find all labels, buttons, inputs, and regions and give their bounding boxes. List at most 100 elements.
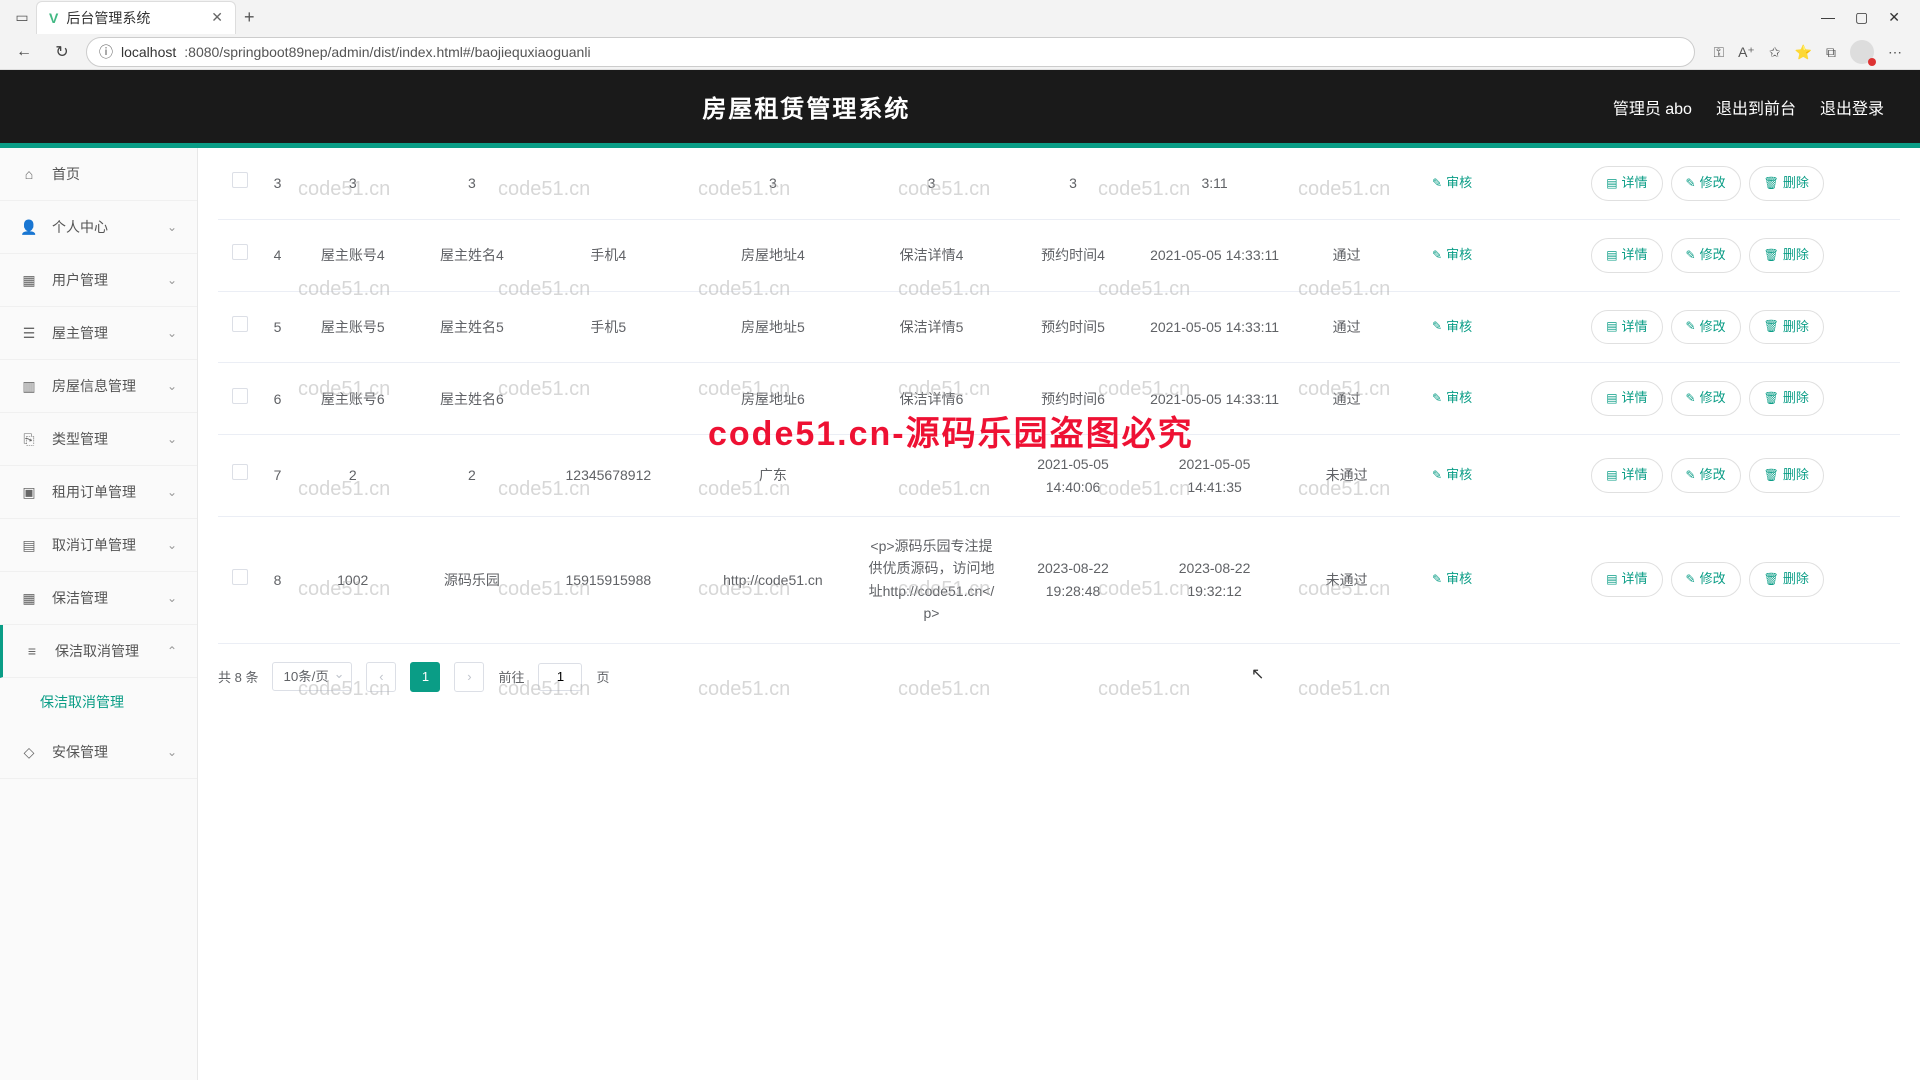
sidebar-item-rent-orders[interactable]: ▣ 租用订单管理 ⌄ [0, 466, 197, 519]
sidebar-item-owners[interactable]: ☰ 屋主管理 ⌄ [0, 307, 197, 360]
doc-icon: ▤ [1606, 389, 1617, 408]
sidebar-item-label: 个人中心 [52, 217, 108, 237]
new-tab-button[interactable]: + [244, 7, 255, 28]
sidebar-item-house-info[interactable]: ▥ 房屋信息管理 ⌄ [0, 360, 197, 413]
read-aloud-icon[interactable]: A⁺ [1738, 44, 1755, 61]
tab-list-icon[interactable]: ▭ [8, 3, 36, 31]
detail-button[interactable]: ▤详情 [1591, 562, 1662, 597]
sidebar-item-security[interactable]: ◇ 安保管理 ⌄ [0, 726, 197, 779]
chevron-down-icon: ⌄ [167, 745, 177, 759]
edit-icon: ✎ [1432, 317, 1442, 336]
row-checkbox[interactable] [232, 388, 248, 404]
logout-link[interactable]: 退出登录 [1820, 95, 1884, 119]
sidebar-item-home[interactable]: ⌂ 首页 [0, 148, 197, 201]
detail-button[interactable]: ▤详情 [1591, 381, 1662, 416]
sidebar-item-cleaning[interactable]: ▦ 保洁管理 ⌄ [0, 572, 197, 625]
audit-button[interactable]: ✎审核 [1418, 239, 1486, 272]
cell-status: 未通过 [1304, 435, 1389, 517]
main-content: 3 3 3 3 3 3 3:11 ✎审核 ▤详情 ✎修改 🗑删除 4 屋主账号4… [198, 148, 1920, 1080]
pencil-icon: ✎ [1686, 570, 1696, 589]
cell-c3: 12345678912 [532, 435, 686, 517]
edit-icon: ✎ [1432, 389, 1442, 408]
next-page-button[interactable]: › [454, 662, 484, 692]
detail-button[interactable]: ▤详情 [1591, 238, 1662, 273]
sidebar-item-users[interactable]: ▦ 用户管理 ⌄ [0, 254, 197, 307]
to-frontend-link[interactable]: 退出到前台 [1716, 95, 1796, 119]
delete-button[interactable]: 🗑删除 [1749, 238, 1824, 273]
cell-c3: 手机4 [532, 219, 686, 291]
sidebar-item-profile[interactable]: 👤 个人中心 ⌄ [0, 201, 197, 254]
delete-button[interactable]: 🗑删除 [1749, 562, 1824, 597]
row-checkbox[interactable] [232, 244, 248, 260]
row-checkbox[interactable] [232, 464, 248, 480]
goto-page-input[interactable] [538, 663, 582, 691]
cell-c1: 3 [293, 148, 412, 219]
minimize-icon[interactable]: — [1821, 9, 1835, 26]
cell-actions: ▤详情 ✎修改 🗑删除 [1515, 291, 1900, 363]
pencil-icon: ✎ [1686, 317, 1696, 336]
cell-c4: 房屋地址4 [685, 219, 861, 291]
cell-c8 [1285, 363, 1304, 435]
detail-button[interactable]: ▤详情 [1591, 458, 1662, 493]
browser-tab[interactable]: V 后台管理系统 ✕ [36, 1, 236, 34]
delete-button[interactable]: 🗑删除 [1749, 458, 1824, 493]
audit-button[interactable]: ✎审核 [1418, 311, 1486, 344]
box2-icon: ▤ [20, 537, 38, 554]
edit-button[interactable]: ✎修改 [1671, 310, 1741, 345]
cell-c7: 2021-05-05 14:41:35 [1144, 435, 1286, 517]
cell-index: 4 [262, 219, 293, 291]
audit-button[interactable]: ✎审核 [1418, 563, 1486, 596]
cell-audit: ✎审核 [1389, 435, 1515, 517]
cell-actions: ▤详情 ✎修改 🗑删除 [1515, 516, 1900, 643]
edit-button[interactable]: ✎修改 [1671, 562, 1741, 597]
row-checkbox[interactable] [232, 172, 248, 188]
back-button[interactable]: ← [10, 38, 38, 66]
sidebar-subitem-cleaning-cancel[interactable]: 保洁取消管理 [0, 678, 197, 726]
chevron-down-icon: ⌄ [167, 220, 177, 234]
sidebar-item-types[interactable]: ⎘ 类型管理 ⌄ [0, 413, 197, 466]
url-path: :8080/springboot89nep/admin/dist/index.h… [184, 44, 590, 60]
refresh-button[interactable]: ↻ [48, 38, 76, 66]
audit-button[interactable]: ✎审核 [1418, 382, 1486, 415]
edit-icon: ✎ [1432, 570, 1442, 589]
chevron-down-icon: ⌄ [167, 273, 177, 287]
cell-c6: 3 [1002, 148, 1144, 219]
key-icon[interactable]: ⚿ [1713, 44, 1724, 61]
maximize-icon[interactable]: ▢ [1855, 9, 1868, 26]
address-bar[interactable]: ⓘ localhost:8080/springboot89nep/admin/d… [86, 37, 1695, 67]
sidebar-item-label: 首页 [52, 164, 80, 184]
cell-c6: 2023-08-22 19:28:48 [1002, 516, 1144, 643]
page-size-select[interactable]: 10条/页 [272, 662, 352, 691]
sidebar-item-cleaning-cancel[interactable]: ≡ 保洁取消管理 ⌃ [0, 625, 197, 678]
edit-button[interactable]: ✎修改 [1671, 238, 1741, 273]
detail-button[interactable]: ▤详情 [1591, 310, 1662, 345]
delete-button[interactable]: 🗑删除 [1749, 381, 1824, 416]
close-window-icon[interactable]: ✕ [1888, 9, 1900, 26]
page-1-button[interactable]: 1 [410, 662, 440, 692]
audit-button[interactable]: ✎审核 [1418, 459, 1486, 492]
more-icon[interactable]: ⋯ [1888, 44, 1902, 61]
detail-button[interactable]: ▤详情 [1591, 166, 1662, 201]
row-checkbox[interactable] [232, 316, 248, 332]
chevron-down-icon: ⌄ [167, 432, 177, 446]
row-checkbox[interactable] [232, 569, 248, 585]
edit-button[interactable]: ✎修改 [1671, 458, 1741, 493]
cell-audit: ✎审核 [1389, 363, 1515, 435]
delete-button[interactable]: 🗑删除 [1749, 166, 1824, 201]
current-user[interactable]: 管理员 abo [1613, 95, 1692, 119]
delete-button[interactable]: 🗑删除 [1749, 310, 1824, 345]
table-row: 6 屋主账号6 屋主姓名6 房屋地址6 保洁详情6 预约时间6 2021-05-… [218, 363, 1900, 435]
pencil-icon: ✎ [1686, 466, 1696, 485]
cell-status: 通过 [1304, 219, 1389, 291]
prev-page-button[interactable]: ‹ [366, 662, 396, 692]
collections-icon[interactable]: ⧉ [1826, 44, 1836, 61]
star-outline-icon[interactable]: ✩ [1769, 44, 1781, 61]
sidebar-item-cancel-orders[interactable]: ▤ 取消订单管理 ⌄ [0, 519, 197, 572]
edit-button[interactable]: ✎修改 [1671, 166, 1741, 201]
profile-avatar[interactable] [1850, 40, 1874, 64]
goto-prefix: 前往 [498, 667, 524, 686]
audit-button[interactable]: ✎审核 [1418, 167, 1486, 200]
close-tab-icon[interactable]: ✕ [211, 9, 223, 26]
favorites-icon[interactable]: ⭐ [1795, 44, 1812, 61]
edit-button[interactable]: ✎修改 [1671, 381, 1741, 416]
